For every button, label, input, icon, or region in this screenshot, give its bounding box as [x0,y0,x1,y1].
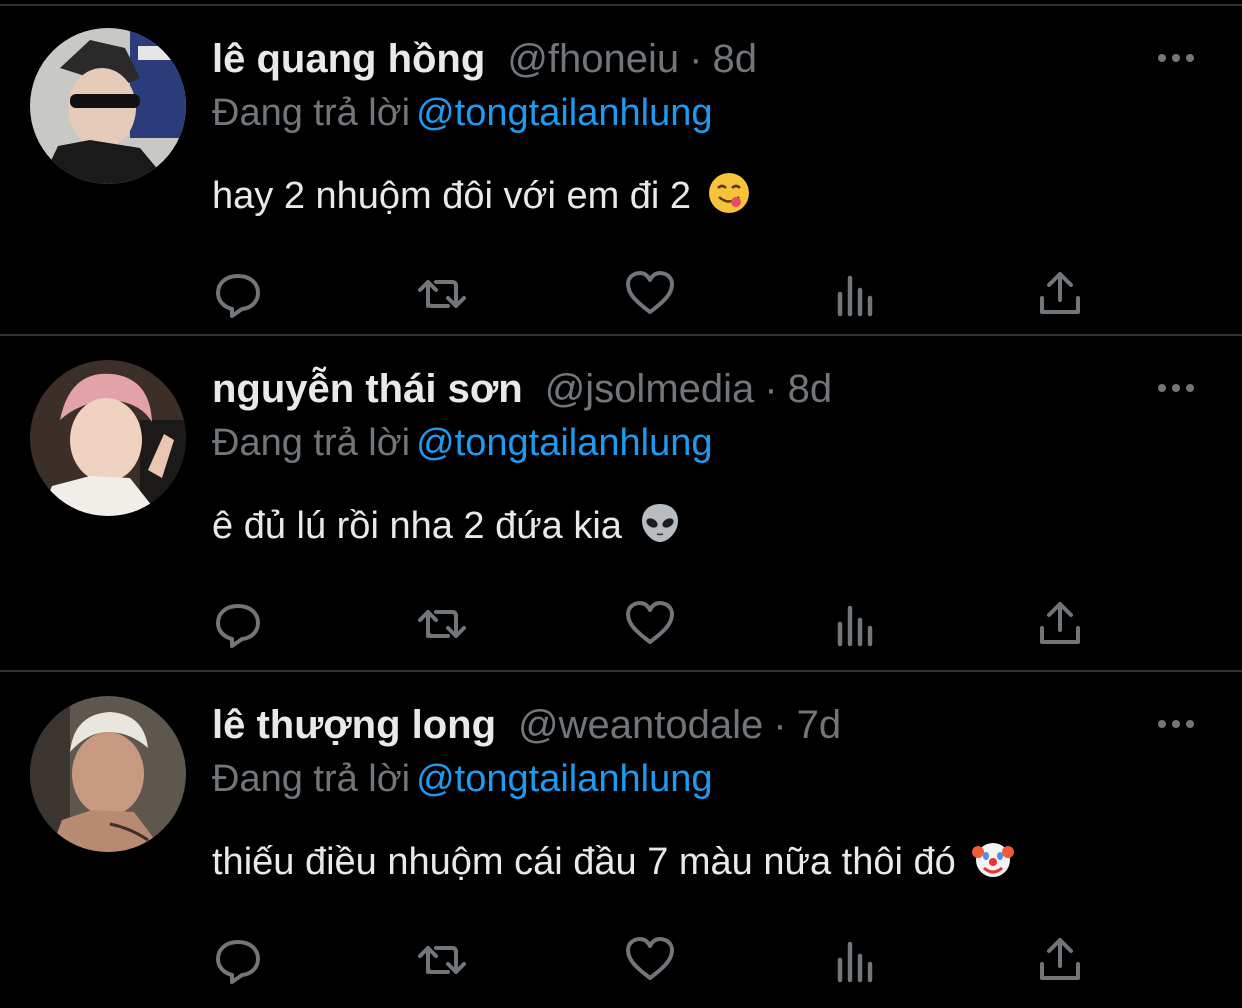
timestamp[interactable]: 8d [788,367,833,411]
retweet-icon[interactable] [416,268,468,320]
timestamp[interactable]: 7d [797,703,842,747]
tweet-text-content: hay 2 nhuộm đôi với em đi 2 [212,175,692,217]
face-savoring-food-emoji [708,173,749,213]
reply-mention-link[interactable]: @tongtailanhlung [416,422,712,464]
tweet-1[interactable]: lê quang hồng @fhoneiu · 8d Đang trả lời @to… [0,6,1242,334]
like-icon[interactable] [624,598,676,650]
tweet-feed: lê quang hồng @fhoneiu · 8d Đang trả lời @to… [0,0,1242,1008]
tweet-text: ê đủ lú rồi nha 2 đứa kia [212,500,681,552]
tweet-2[interactable]: nguyễn thái sơn @jsolmedia · 8d Đang trả lờ… [0,336,1242,670]
analytics-icon[interactable] [830,268,882,320]
clown-face-emoji [972,843,1015,877]
like-icon[interactable] [624,268,676,320]
username-handle[interactable]: @fhoneiu [507,37,679,81]
tweet-text: thiếu điều nhuộm cái đầu 7 màu nữa thôi … [212,836,1015,888]
reply-mention-link[interactable]: @tongtailanhlung [416,758,712,800]
more-options-icon[interactable] [1158,376,1202,400]
share-icon[interactable] [1034,598,1086,650]
tweet-text-content: ê đủ lú rồi nha 2 đứa kia [212,505,622,547]
timestamp[interactable]: 8d [712,37,757,81]
username-handle[interactable]: @jsolmedia [545,367,755,411]
reply-context: Đang trả lời @tongtailanhlung [212,418,712,468]
reply-prefix: Đang trả lời [212,92,411,134]
reply-icon[interactable] [212,268,264,320]
alien-emoji [641,504,678,542]
reply-prefix: Đang trả lời [212,422,411,464]
like-icon[interactable] [624,934,676,986]
more-options-icon[interactable] [1158,46,1202,70]
tweet-text: hay 2 nhuộm đôi với em đi 2 [212,170,750,222]
separator-dot: · [689,37,703,81]
share-icon[interactable] [1034,268,1086,320]
more-options-icon[interactable] [1158,712,1202,736]
display-name[interactable]: nguyễn thái sơn [212,367,523,411]
reply-context: Đang trả lời @tongtailanhlung [212,88,712,138]
reply-icon[interactable] [212,598,264,650]
username-handle[interactable]: @weantodale [518,703,763,747]
retweet-icon[interactable] [416,598,468,650]
avatar[interactable] [30,28,186,184]
separator-dot: · [764,367,778,411]
retweet-icon[interactable] [416,934,468,986]
analytics-icon[interactable] [830,598,882,650]
avatar[interactable] [30,360,186,516]
display-name[interactable]: lê quang hồng [212,37,485,81]
avatar[interactable] [30,696,186,852]
reply-prefix: Đang trả lời [212,758,411,800]
analytics-icon[interactable] [830,934,882,986]
tweet-3[interactable]: lê thượng long @weantodale · 7d Đang trả lờ… [0,672,1242,1008]
separator-dot: · [773,703,787,747]
reply-icon[interactable] [212,934,264,986]
reply-mention-link[interactable]: @tongtailanhlung [416,92,712,134]
reply-context: Đang trả lời @tongtailanhlung [212,754,712,804]
tweet-text-content: thiếu điều nhuộm cái đầu 7 màu nữa thôi … [212,841,956,883]
display-name[interactable]: lê thượng long [212,703,496,747]
share-icon[interactable] [1034,934,1086,986]
